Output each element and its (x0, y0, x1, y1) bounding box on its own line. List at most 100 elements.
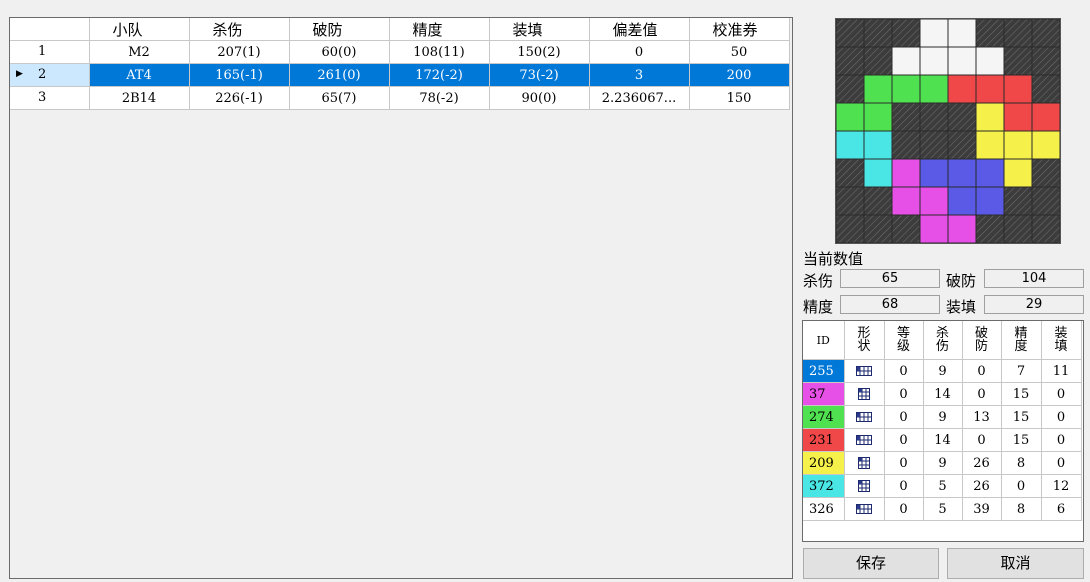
col-header-precision[interactable]: 精度 (389, 18, 490, 41)
board-cell[interactable] (891, 74, 921, 104)
board-cell[interactable] (1031, 186, 1060, 216)
board-cell[interactable] (975, 74, 1005, 104)
squad-grid[interactable]: 小队 杀伤 破防 精度 装填 偏差值 校准券 1 M2 207(1) 60(0)… (9, 17, 793, 579)
cell-deviation[interactable]: 3 (589, 63, 690, 87)
cell-kill[interactable]: 14 (923, 382, 963, 406)
cell-shape[interactable] (844, 474, 885, 498)
module-row[interactable]: 209 0 9 26 8 0 (803, 451, 1082, 475)
board-cell[interactable] (975, 19, 1005, 48)
cell-precision[interactable]: 108(11) (389, 40, 490, 64)
board-cell[interactable] (947, 74, 977, 104)
col-header-squad[interactable]: 小队 (89, 18, 190, 41)
module-row[interactable]: 326 0 5 39 8 6 (803, 497, 1082, 521)
board-cell[interactable] (919, 186, 949, 216)
col-header-kill[interactable]: 杀伤 (189, 18, 290, 41)
board-cell[interactable] (863, 130, 893, 160)
col-header-voucher[interactable]: 校准券 (689, 18, 790, 41)
module-row[interactable]: 372 0 5 26 0 12 (803, 474, 1082, 498)
board-cell[interactable] (1031, 46, 1060, 76)
board-cell[interactable] (891, 46, 921, 76)
cell-id[interactable]: 37 (803, 382, 845, 406)
cell-break[interactable]: 13 (962, 405, 1002, 429)
cell-break[interactable]: 39 (962, 497, 1002, 521)
board-cell[interactable] (836, 102, 865, 132)
cell-precision[interactable]: 15 (1001, 405, 1042, 429)
board-cell[interactable] (1031, 130, 1060, 160)
cell-shape[interactable] (844, 497, 885, 521)
board-cell[interactable] (919, 130, 949, 160)
cell-break[interactable]: 0 (962, 428, 1002, 452)
cell-id[interactable]: 372 (803, 474, 845, 498)
cell-id[interactable]: 209 (803, 451, 845, 475)
cell-level[interactable]: 0 (884, 405, 924, 429)
cell-id[interactable]: 255 (803, 359, 845, 383)
module-list[interactable]: ID 形状 等级 杀伤 破防 精度 装填 255 0 9 0 7 11 37 0 14 0 15 0 2… (802, 320, 1084, 542)
cell-break[interactable]: 0 (962, 359, 1002, 383)
cell-shape[interactable] (844, 428, 885, 452)
board-cell[interactable] (836, 214, 865, 243)
board-cell[interactable] (1003, 46, 1033, 76)
cell-kill[interactable]: 165(-1) (189, 63, 290, 87)
board-cell[interactable] (836, 186, 865, 216)
cell-break[interactable]: 60(0) (289, 40, 390, 64)
board-cell[interactable] (947, 130, 977, 160)
board-cell[interactable] (1003, 214, 1033, 243)
board-cell[interactable] (836, 74, 865, 104)
board-cell[interactable] (1031, 214, 1060, 243)
cell-reload[interactable]: 0 (1041, 451, 1082, 475)
cell-level[interactable]: 0 (884, 497, 924, 521)
board-cell[interactable] (891, 158, 921, 188)
cell-reload[interactable]: 90(0) (489, 86, 590, 110)
board-cell[interactable] (891, 102, 921, 132)
cell-voucher[interactable]: 150 (689, 86, 790, 110)
board-cell[interactable] (947, 102, 977, 132)
board-cell[interactable] (947, 186, 977, 216)
cell-voucher[interactable]: 50 (689, 40, 790, 64)
board-cell[interactable] (947, 19, 977, 48)
cell-break[interactable]: 26 (962, 451, 1002, 475)
cell-precision[interactable]: 172(-2) (389, 63, 490, 87)
table-row[interactable]: 3 2B14 226(-1) 65(7) 78(-2) 90(0) 2.2360… (10, 86, 790, 110)
board-cell[interactable] (863, 186, 893, 216)
col-header-break[interactable]: 破防 (289, 18, 390, 41)
board-cell[interactable] (975, 102, 1005, 132)
mod-col-break[interactable]: 破防 (962, 321, 1002, 360)
board-cell[interactable] (1003, 158, 1033, 188)
board-cell[interactable] (863, 46, 893, 76)
cell-squad[interactable]: AT4 (89, 63, 190, 87)
cell-break[interactable]: 65(7) (289, 86, 390, 110)
cell-id[interactable]: 326 (803, 497, 845, 521)
cell-kill[interactable]: 207(1) (189, 40, 290, 64)
cell-voucher[interactable]: 200 (689, 63, 790, 87)
cell-id[interactable]: 274 (803, 405, 845, 429)
board-cell[interactable] (1031, 19, 1060, 48)
board-cell[interactable] (919, 74, 949, 104)
board-cell[interactable] (836, 46, 865, 76)
board-cell[interactable] (975, 186, 1005, 216)
cell-reload[interactable]: 0 (1041, 382, 1082, 406)
board-cell[interactable] (1003, 74, 1033, 104)
cell-id[interactable]: 231 (803, 428, 845, 452)
board-cell[interactable] (919, 158, 949, 188)
row-header[interactable]: 1 (10, 40, 90, 64)
cell-kill[interactable]: 5 (923, 497, 963, 521)
board-cell[interactable] (1031, 102, 1060, 132)
board-cell[interactable] (836, 19, 865, 48)
board-cell[interactable] (836, 158, 865, 188)
cell-reload[interactable]: 0 (1041, 428, 1082, 452)
cell-kill[interactable]: 9 (923, 451, 963, 475)
board-cell[interactable] (947, 158, 977, 188)
mod-col-kill[interactable]: 杀伤 (923, 321, 963, 360)
cell-precision[interactable]: 8 (1001, 451, 1042, 475)
cell-precision[interactable]: 15 (1001, 382, 1042, 406)
cell-reload[interactable]: 12 (1041, 474, 1082, 498)
board-cell[interactable] (863, 214, 893, 243)
board-cell[interactable] (919, 19, 949, 48)
board-cell[interactable] (919, 102, 949, 132)
board-cell[interactable] (1003, 186, 1033, 216)
module-row[interactable]: 255 0 9 0 7 11 (803, 359, 1082, 383)
board-cell[interactable] (836, 130, 865, 160)
cell-level[interactable]: 0 (884, 428, 924, 452)
board-cell[interactable] (947, 46, 977, 76)
cell-precision[interactable]: 7 (1001, 359, 1042, 383)
